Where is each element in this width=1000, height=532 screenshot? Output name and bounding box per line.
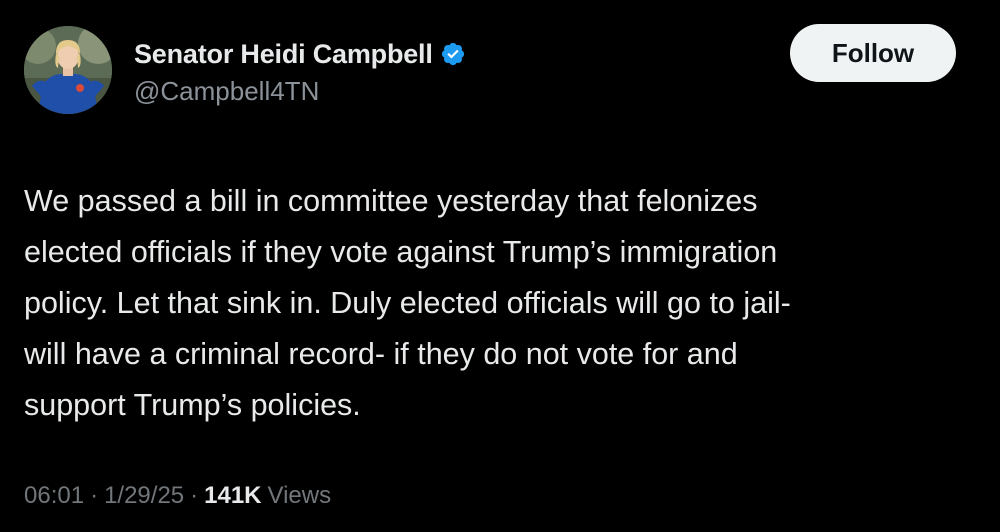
follow-button[interactable]: Follow (790, 24, 956, 82)
meta-separator: · (90, 482, 99, 509)
meta-separator: · (190, 482, 199, 509)
tweet-time[interactable]: 06:01 (24, 482, 84, 510)
author-avatar[interactable] (24, 26, 112, 114)
author-handle[interactable]: @Campbell4TN (134, 76, 319, 107)
views-label: Views (267, 482, 332, 509)
tweet-text-line: policy. Let that sink in. Duly elected o… (24, 286, 791, 320)
author-name-row: Senator Heidi Campbell (134, 38, 466, 70)
tweet-meta: 06:01 · 1/29/25 · 141K Views (24, 482, 331, 510)
tweet-text-line: We passed a bill in committee yesterday … (24, 184, 758, 218)
verified-badge-icon (440, 41, 466, 67)
tweet-card: Senator Heidi Campbell @Campbell4TN Foll… (0, 0, 1000, 532)
tweet-text-line: elected officials if they vote against T… (24, 235, 778, 269)
views-count: 141K (204, 482, 262, 509)
tweet-text-line: support Trump’s policies. (24, 388, 361, 422)
avatar-photo-icon (24, 26, 112, 114)
tweet-text-line: will have a criminal record- if they do … (24, 337, 738, 371)
author-display-name[interactable]: Senator Heidi Campbell (134, 39, 433, 70)
tweet-text: We passed a bill in committee yesterday … (24, 176, 974, 431)
tweet-date[interactable]: 1/29/25 (104, 482, 184, 510)
